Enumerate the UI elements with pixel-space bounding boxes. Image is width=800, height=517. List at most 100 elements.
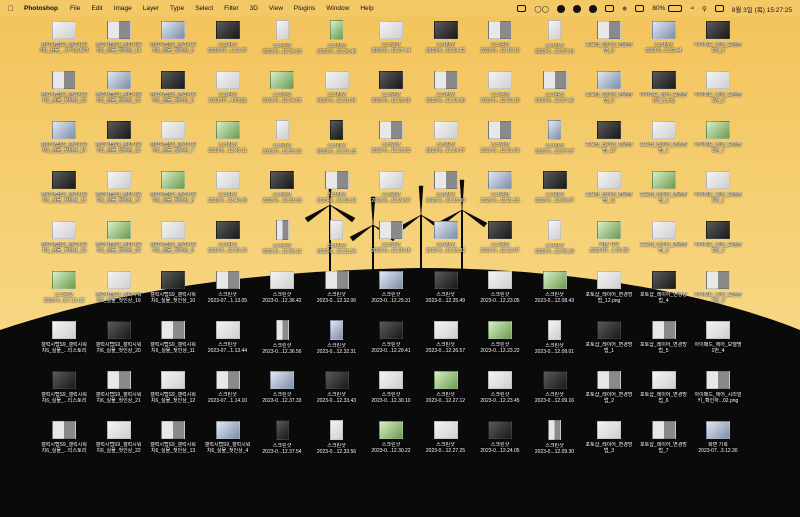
- desktop-file[interactable]: 아이패드_에어_모델명 1번_7: [689, 117, 747, 167]
- desktop-file[interactable]: 스크린샷 2023-07...4.55(2): [199, 67, 257, 117]
- desktop-file[interactable]: 스크린샷 2023-0...12.36.56: [253, 317, 311, 367]
- desktop-file[interactable]: 포토샵_레이어_변경방 법_10: [580, 117, 638, 167]
- desktop-file[interactable]: 스크린샷 2023-0...12.45.11: [199, 117, 257, 167]
- desktop-file[interactable]: 스크린샷 2023-0...12.09.16: [526, 367, 584, 417]
- desktop-file[interactable]: 갤럭시탭S9_갤럭시워 치6_실물_첫인상_23: [35, 67, 93, 117]
- desktop-file[interactable]: 스크린샷 2023-0...12.35.20: [253, 117, 311, 167]
- desktop-file[interactable]: 스크린샷 2023-0...12.31.04: [308, 67, 366, 117]
- desktop-file[interactable]: 스크린샷 2023-0...12.36.12: [253, 217, 311, 267]
- desktop-file[interactable]: 스크린샷 2023-0...12.24.57: [417, 117, 475, 167]
- desktop-file[interactable]: 갤럭시탭S9_갤럭시워 치6_실물_첫인상_6: [144, 67, 202, 117]
- desktop-file[interactable]: 스크린샷 2023-0...12.36.13: [199, 217, 257, 267]
- desktop-file[interactable]: 갤럭시탭S9_갤럭시워 치6_실물_첫인상_19: [90, 267, 148, 317]
- menu-layer[interactable]: Layer: [143, 5, 159, 12]
- desktop-file[interactable]: 스크린샷 2023-0...12.29.31: [362, 267, 420, 317]
- menu-select[interactable]: Select: [195, 5, 213, 12]
- menubar-datetime[interactable]: 8월 3일 (목) 15:27:25: [732, 4, 792, 14]
- desktop-file[interactable]: 스크린샷 2023-0...12.07.57: [526, 117, 584, 167]
- status-icon-8[interactable]: [635, 5, 645, 12]
- desktop-file[interactable]: 포토샵_레이어_변경방 법_8: [580, 17, 638, 67]
- desktop-file[interactable]: 포토샵_레이어_변경방 법_2: [635, 167, 693, 217]
- desktop-file[interactable]: 포토샵_레이어_변경방 법_9: [580, 67, 638, 117]
- desktop-file[interactable]: 스크린샷 2023-0...12.28.33: [362, 117, 420, 167]
- desktop-file[interactable]: 스크린샷 2023-0...12.30.48: [308, 17, 366, 67]
- desktop-file[interactable]: 스크린샷 2023-0...12.24.22: [417, 17, 475, 67]
- desktop-file[interactable]: 스크린샷 2023-0...12.07.42: [526, 67, 584, 117]
- desktop-file[interactable]: 스크린샷 2023-0...12.27.44: [362, 17, 420, 67]
- desktop-file[interactable]: 갤럭시탭S9_갤럭시워 치6_실물_첫인상_21: [90, 367, 148, 417]
- status-icon-6[interactable]: [604, 5, 614, 12]
- desktop-file[interactable]: 스크린샷 2023-0...12.34.55: [253, 67, 311, 117]
- desktop-file[interactable]: 스크린샷 2023-0...12.23.05: [471, 267, 529, 317]
- desktop-file[interactable]: 스크린샷 2023-0...12.29.41: [362, 317, 420, 367]
- desktop-file[interactable]: 스크린샷 2023-0...12.08.19: [526, 217, 584, 267]
- desktop-file[interactable]: 스크린샷 2023-0...12.27.12: [417, 367, 475, 417]
- desktop-file[interactable]: 갤럭시탭S9_갤럭시워 치6_실물_첫인상_13: [144, 417, 202, 467]
- desktop-file[interactable]: 아이패드_에어_모델명 1번_2: [689, 217, 747, 267]
- bluetooth-icon[interactable]: ✵: [622, 5, 627, 13]
- desktop-file[interactable]: 갤럭시탭S9_갤럭시워 치6_실물_첫인상_8: [144, 167, 202, 217]
- desktop-file[interactable]: 스크린샷 2023-0...12.09.30: [526, 417, 584, 467]
- desktop-file[interactable]: 갤럭시탭S9_갤럭시워 치6_실물_첫인상_14: [90, 17, 148, 67]
- desktop-file[interactable]: 아이패드_에어_모델명 1번_1: [689, 167, 747, 217]
- desktop-file[interactable]: 갤럭시탭S9_갤럭시워 치6_실물_첫인상_4: [199, 417, 257, 467]
- desktop-file[interactable]: 갤럭시탭S9_갤럭시워 치6_실물_첫인상_20: [90, 317, 148, 367]
- menu-view[interactable]: View: [269, 5, 283, 12]
- desktop-file[interactable]: 포토샵_레이어_변경방 법_3: [580, 417, 638, 467]
- menu-window[interactable]: Window: [326, 5, 349, 12]
- menu-3d[interactable]: 3D: [250, 5, 258, 12]
- desktop-file[interactable]: 갤럭시탭S9_갤럭시워 치6_실물_첫인상_7: [144, 117, 202, 167]
- desktop-file[interactable]: 화면 기록 2023-07...1.09.29: [580, 217, 638, 267]
- desktop-file[interactable]: 포토샵_레이어_변경방 법_1: [635, 117, 693, 167]
- desktop-file[interactable]: 갤럭시탭S9_갤럭시워 치6_실물_첫인상_10: [144, 267, 202, 317]
- desktop-file[interactable]: 스크린샷 2023-0...12.25.49: [417, 267, 475, 317]
- desktop-file[interactable]: 스크린샷 2023-0...12.24.05: [471, 417, 529, 467]
- desktop-file[interactable]: 스크린샷 2023-07...1.14.10: [199, 367, 257, 417]
- desktop-file[interactable]: 포토샵_레이어_변경방 법_3: [635, 217, 693, 267]
- desktop-file[interactable]: 갤럭시탭S9_갤럭시워 치6_실물_첫인상_5: [144, 17, 202, 67]
- apple-menu-icon[interactable]: : [8, 4, 14, 13]
- desktop-file[interactable]: 스크린샷 2023-0...12.08.07: [526, 167, 584, 217]
- desktop-file[interactable]: 갤럭시탭S9_갤럭시워 치6_실물_첫인상_25: [35, 167, 93, 217]
- desktop-file[interactable]: 스크린샷 2023-0...12.23.45: [471, 367, 529, 417]
- desktop-file[interactable]: 포토샵_레이어_변경방 법_12.png: [580, 267, 638, 317]
- desktop-file[interactable]: 갤럭시탭S9_갤럭시워 치6_실물_...0 티스토리: [35, 17, 93, 67]
- desktop-file[interactable]: 스크린샷 2023-07...1.13.05: [199, 267, 257, 317]
- desktop-file[interactable]: 아이패드_에어_시리얼 키_확인하...02.png: [689, 367, 747, 417]
- desktop-file[interactable]: 스크린샷 2023-0...12.23.22: [471, 317, 529, 367]
- glasses-icon[interactable]: ◯◯: [534, 5, 549, 13]
- menu-image[interactable]: Image: [114, 5, 132, 12]
- desktop-file[interactable]: 스크린샷 2023-0...12.25.32: [417, 217, 475, 267]
- menu-file[interactable]: File: [70, 5, 80, 12]
- desktop-file[interactable]: 아이패드_에어_모델명 1번_3: [689, 267, 747, 317]
- desktop-file[interactable]: 아이패드_에어_모델명 1번_5: [689, 17, 747, 67]
- desktop-file[interactable]: 포토샵_레이어_변경방 법_4: [635, 267, 693, 317]
- menu-edit[interactable]: Edit: [91, 5, 102, 12]
- desktop-file[interactable]: 스크린샷 2023-07...1.12.37: [199, 17, 257, 67]
- status-icon-5[interactable]: [588, 4, 597, 13]
- desktop-file[interactable]: 스크린샷 2023-0...12.08.43: [526, 267, 584, 317]
- desktop-file[interactable]: 갤럭시탭S9_갤럭시워 치6_실물_...티스토리: [35, 367, 93, 417]
- desktop-file[interactable]: 갤럭시탭S9_갤럭시워 치6_실물_...티스토리: [35, 417, 93, 467]
- desktop-file[interactable]: 스크린샷 2023-0...12.33.33: [253, 167, 311, 217]
- desktop-file[interactable]: 아이패드_에어_모델명 1번_8.png: [635, 67, 693, 117]
- desktop-file[interactable]: 포토샵_레이어_변경방 법_2: [580, 367, 638, 417]
- desktop-file[interactable]: 갤럭시탭S9_갤럭시워 치6_실물_첫인상_36: [90, 117, 148, 167]
- desktop-file[interactable]: 스크린샷 2023-0...12.24.07: [362, 167, 420, 217]
- desktop-file[interactable]: 스크린샷 2023-0...12.36.42: [253, 267, 311, 317]
- desktop-file[interactable]: 스크린샷 2023-0...12.30.22: [362, 417, 420, 467]
- desktop-file[interactable]: 스크린샷 2023-0...12.37.54: [253, 417, 311, 467]
- desktop-file[interactable]: 포토샵_레이어_변경방 법_5: [635, 317, 693, 367]
- status-icon-3[interactable]: [556, 4, 565, 13]
- desktop-file[interactable]: 스크린샷 2023-0...12.32.06: [308, 267, 366, 317]
- desktop-file[interactable]: 스크린샷 2023-0...12.09.01: [526, 317, 584, 367]
- desktop-file[interactable]: 아이패드_에어_모델명 1번_6: [689, 67, 747, 117]
- desktop-file[interactable]: 스크린샷 2023-0...12.31.15: [308, 117, 366, 167]
- desktop-file[interactable]: 포토샵_레이어_변경방 법_6: [635, 367, 693, 417]
- desktop-file[interactable]: 갤럭시탭S9_갤럭시워 치6_실물_첫인상_38: [90, 217, 148, 267]
- desktop-file[interactable]: 스크린샷 2023-0...12.28.26: [362, 67, 420, 117]
- desktop-file[interactable]: 갤럭시탭S9_갤럭시워 치6_실물_첫인상_26: [35, 217, 93, 267]
- chat-icon[interactable]: [572, 4, 581, 13]
- desktop-file[interactable]: 스크린샷 2023-0...12.29.18: [362, 217, 420, 267]
- battery-indicator[interactable]: 80%: [652, 5, 683, 12]
